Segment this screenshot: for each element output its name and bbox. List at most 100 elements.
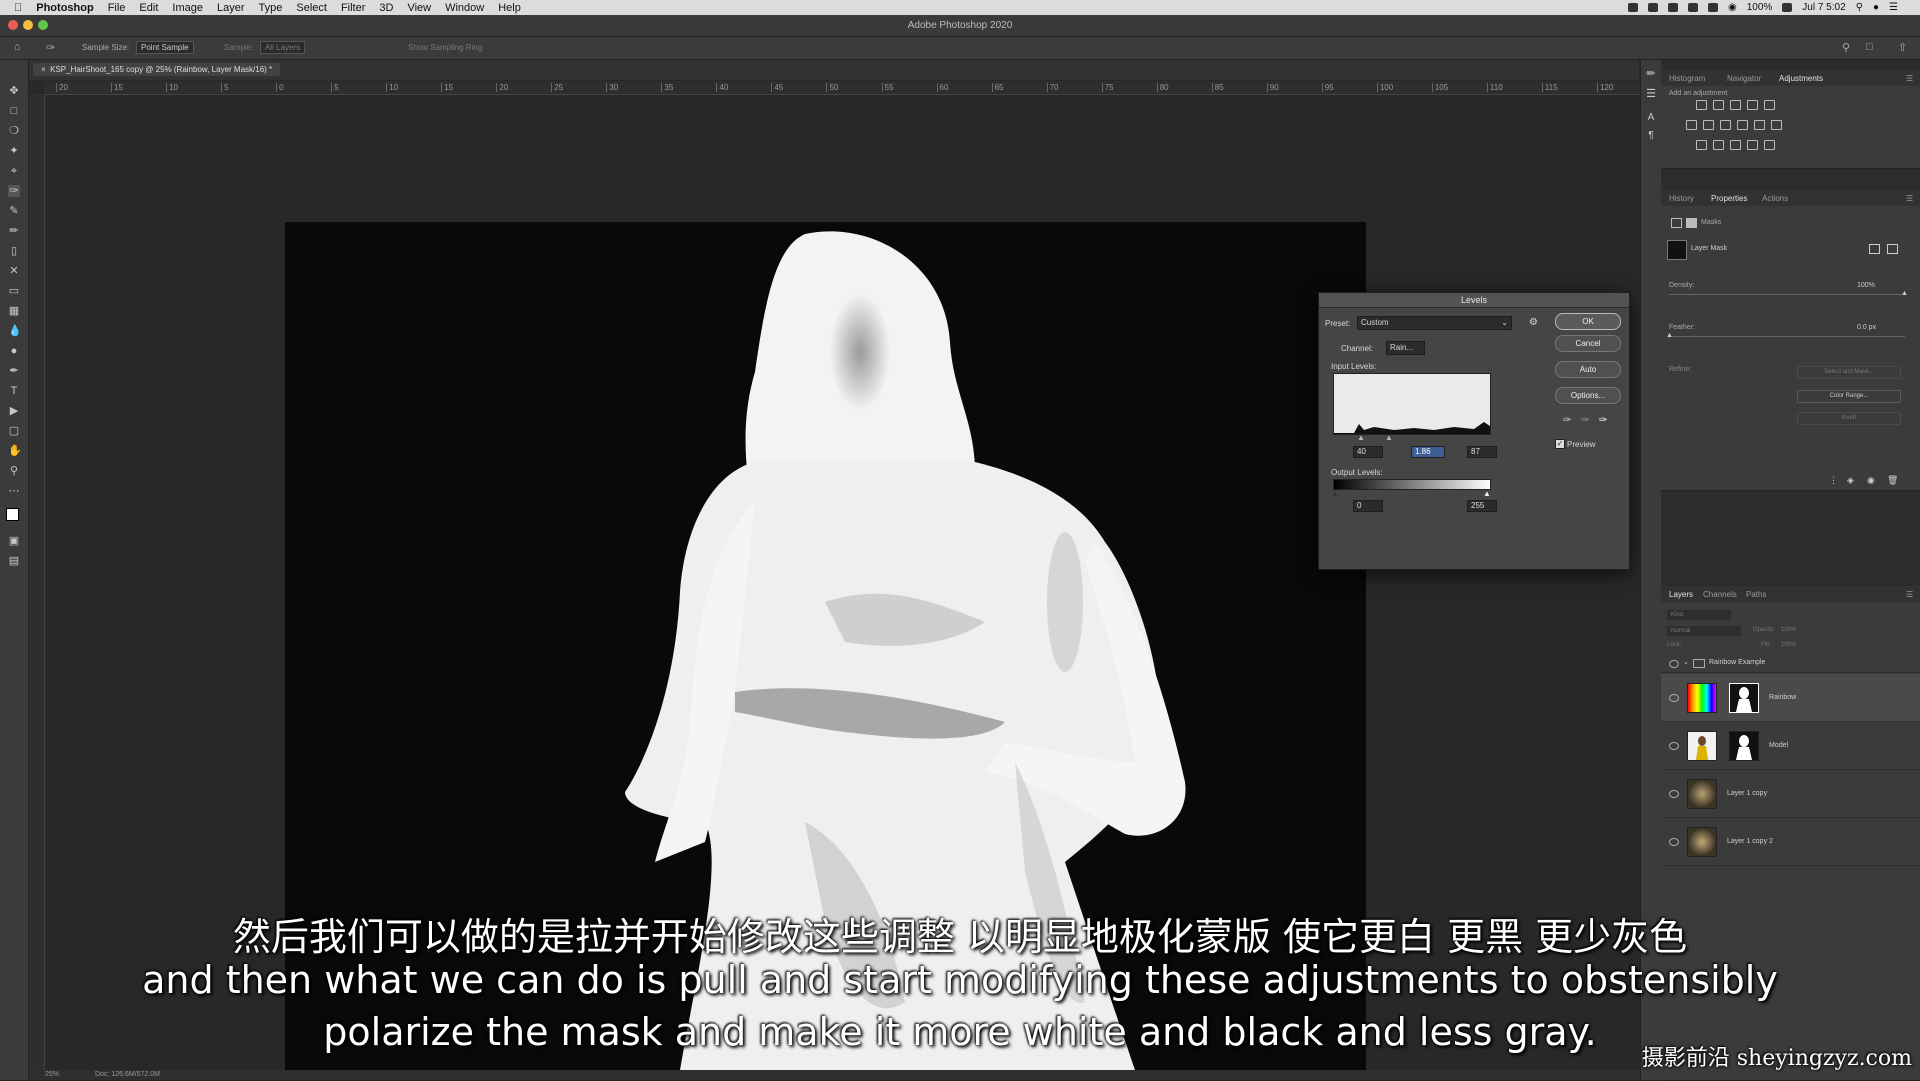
layer-row[interactable]: Model bbox=[1661, 722, 1920, 770]
density-slider[interactable] bbox=[1669, 294, 1905, 295]
battery-icon[interactable] bbox=[1782, 3, 1793, 12]
magic-wand-tool-icon[interactable]: ✦ bbox=[8, 145, 20, 157]
fill-value[interactable]: 100% bbox=[1781, 642, 1796, 648]
select-and-mask-button[interactable]: Select and Mask... bbox=[1797, 366, 1901, 379]
quick-mask-icon[interactable]: ▣ bbox=[8, 535, 20, 547]
status-icon[interactable] bbox=[1707, 3, 1718, 12]
panel-menu-icon[interactable]: ☰ bbox=[1906, 590, 1913, 599]
crop-tool-icon[interactable]: ⌖ bbox=[8, 165, 20, 177]
feather-slider-thumb[interactable]: ▲ bbox=[1666, 332, 1673, 339]
tab-properties[interactable]: Properties bbox=[1707, 190, 1751, 206]
input-white-field[interactable]: 87 bbox=[1467, 446, 1497, 458]
menu-window[interactable]: Window bbox=[445, 2, 484, 14]
panel-menu-icon[interactable]: ☰ bbox=[1906, 194, 1913, 203]
eyedropper-tool-preset-icon[interactable]: ✑ bbox=[46, 41, 55, 54]
output-white-slider[interactable]: ▲ bbox=[1483, 489, 1491, 498]
cancel-button[interactable]: Cancel bbox=[1555, 335, 1621, 352]
pixel-mask-icon[interactable] bbox=[1671, 218, 1682, 228]
tab-layers[interactable]: Layers bbox=[1665, 586, 1697, 602]
notification-center-icon[interactable]: ☰ bbox=[1889, 2, 1898, 13]
home-icon[interactable]: ⌂ bbox=[14, 41, 21, 53]
output-black-slider[interactable]: ▲ bbox=[1331, 489, 1339, 498]
move-tool-icon[interactable]: ✥ bbox=[8, 85, 20, 97]
input-black-field[interactable]: 40 bbox=[1353, 446, 1383, 458]
blend-mode-select[interactable]: Normal bbox=[1667, 626, 1741, 636]
invert-button[interactable]: Invert bbox=[1797, 412, 1901, 425]
paragraph-panel-icon[interactable]: ¶ bbox=[1645, 130, 1657, 142]
chevron-down-icon[interactable]: ⌄ bbox=[1683, 658, 1689, 666]
zoom-tool-icon[interactable]: ⚲ bbox=[8, 465, 20, 477]
sample-select[interactable]: All Layers bbox=[260, 41, 306, 54]
rectangle-tool-icon[interactable]: ▢ bbox=[8, 425, 20, 437]
ok-button[interactable]: OK bbox=[1555, 313, 1621, 330]
levels-icon[interactable] bbox=[1713, 100, 1724, 110]
edit-toolbar-icon[interactable]: ⋯ bbox=[8, 485, 20, 497]
healing-brush-tool-icon[interactable]: ✎ bbox=[8, 205, 20, 217]
document-tab[interactable]: × KSP_HairShoot_165 copy @ 25% (Rainbow,… bbox=[33, 63, 281, 76]
path-selection-tool-icon[interactable]: ▶ bbox=[8, 405, 20, 417]
layer-thumbnail[interactable] bbox=[1687, 827, 1717, 857]
tab-history[interactable]: History bbox=[1669, 194, 1694, 203]
channel-mixer-icon[interactable] bbox=[1754, 120, 1765, 130]
eye-icon[interactable] bbox=[1669, 694, 1679, 702]
close-icon[interactable]: × bbox=[41, 65, 46, 74]
search-icon[interactable]: ⚲ bbox=[1842, 41, 1850, 54]
history-brush-tool-icon[interactable]: ✕ bbox=[8, 265, 20, 277]
vector-mask-icon[interactable] bbox=[1686, 218, 1697, 228]
menu-image[interactable]: Image bbox=[172, 2, 203, 14]
eye-icon[interactable] bbox=[1669, 790, 1679, 798]
hue-saturation-icon[interactable] bbox=[1686, 120, 1697, 130]
layer-thumbnail[interactable] bbox=[1687, 683, 1717, 713]
eye-icon[interactable] bbox=[1669, 838, 1679, 846]
menu-select[interactable]: Select bbox=[296, 2, 327, 14]
feather-slider[interactable] bbox=[1669, 336, 1905, 337]
tab-histogram[interactable]: Histogram bbox=[1669, 74, 1705, 83]
type-tool-icon[interactable]: T bbox=[8, 385, 20, 397]
clock[interactable]: Jul 7 5:02 bbox=[1802, 2, 1845, 13]
select-pixel-mask-icon[interactable] bbox=[1869, 244, 1880, 254]
threshold-icon[interactable] bbox=[1730, 140, 1741, 150]
menu-filter[interactable]: Filter bbox=[341, 2, 365, 14]
menu-help[interactable]: Help bbox=[498, 2, 521, 14]
search-icon[interactable]: ⚲ bbox=[1856, 2, 1863, 13]
apple-icon[interactable]:  bbox=[14, 2, 22, 14]
layer-thumbnail[interactable] bbox=[1687, 779, 1717, 809]
minimize-window-button[interactable] bbox=[23, 20, 33, 30]
menu-layer[interactable]: Layer bbox=[217, 2, 245, 14]
exposure-icon[interactable] bbox=[1747, 100, 1758, 110]
feather-value[interactable]: 0.0 px bbox=[1857, 324, 1876, 331]
screen-mode-icon[interactable]: ▤ bbox=[8, 555, 20, 567]
options-button[interactable]: Options... bbox=[1555, 387, 1621, 404]
tab-actions[interactable]: Actions bbox=[1762, 194, 1788, 203]
blur-tool-icon[interactable]: 💧 bbox=[8, 325, 22, 337]
preview-checkbox[interactable]: ✓ bbox=[1555, 439, 1565, 449]
menu-edit[interactable]: Edit bbox=[139, 2, 158, 14]
layer-mask-thumbnail[interactable] bbox=[1729, 683, 1759, 713]
eyedropper-tool-icon[interactable]: ✑ bbox=[8, 185, 20, 197]
layer-filter-kind[interactable]: Kind bbox=[1667, 610, 1731, 620]
dodge-tool-icon[interactable]: ● bbox=[8, 345, 20, 357]
eye-icon[interactable] bbox=[1669, 742, 1679, 750]
status-icon[interactable] bbox=[1647, 3, 1658, 12]
layer-mask-thumbnail[interactable] bbox=[1667, 240, 1687, 260]
selective-color-icon[interactable] bbox=[1764, 140, 1775, 150]
load-selection-icon[interactable]: ⋮ bbox=[1829, 475, 1838, 486]
layer-mask-thumbnail[interactable] bbox=[1729, 731, 1759, 761]
menu-app-name[interactable]: Photoshop bbox=[36, 2, 93, 14]
layer-row[interactable]: Rainbow bbox=[1661, 674, 1920, 722]
zoom-window-button[interactable] bbox=[38, 20, 48, 30]
adjustments-sliders-icon[interactable]: ☰ bbox=[1645, 88, 1657, 100]
menu-3d[interactable]: 3D bbox=[379, 2, 393, 14]
tab-paths[interactable]: Paths bbox=[1746, 590, 1766, 599]
hand-tool-icon[interactable]: ✋ bbox=[8, 445, 22, 457]
tab-navigator[interactable]: Navigator bbox=[1727, 74, 1761, 83]
tab-channels[interactable]: Channels bbox=[1703, 590, 1737, 599]
white-eyedropper-icon[interactable]: ✑ bbox=[1599, 415, 1607, 426]
photo-filter-icon[interactable] bbox=[1737, 120, 1748, 130]
character-panel-icon[interactable]: A bbox=[1645, 112, 1657, 124]
sample-size-select[interactable]: Point Sample bbox=[136, 41, 194, 54]
clone-stamp-tool-icon[interactable]: ▯ bbox=[8, 245, 20, 257]
preset-select[interactable]: Custom ⌄ bbox=[1357, 316, 1512, 330]
layer-row[interactable]: Layer 1 copy bbox=[1661, 770, 1920, 818]
foreground-color-swatch[interactable] bbox=[6, 508, 19, 521]
